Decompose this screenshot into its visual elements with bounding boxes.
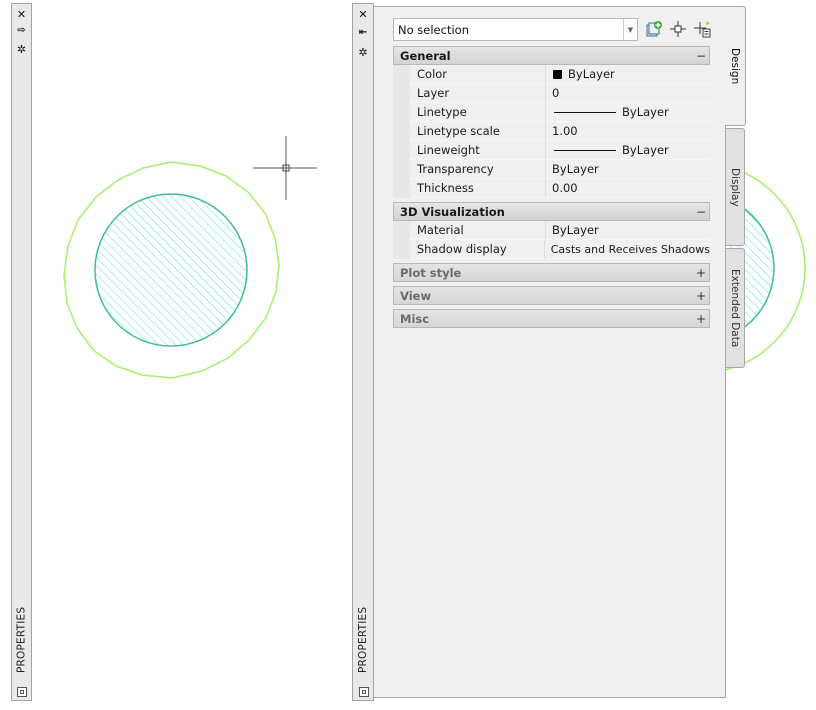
collapse-icon[interactable]: − <box>693 205 709 219</box>
property-row-color[interactable]: Color ByLayer <box>393 65 710 84</box>
section-label: 3D Visualization <box>400 204 505 219</box>
expand-icon[interactable]: + <box>693 289 709 303</box>
autohide-icon[interactable]: ⇤ <box>353 25 373 41</box>
properties-icon[interactable]: ✲ <box>12 41 31 57</box>
property-value[interactable]: Casts and Receives Shadows <box>543 240 710 259</box>
palette-menu-icon[interactable] <box>359 687 369 697</box>
color-swatch-icon <box>553 69 562 79</box>
property-value[interactable]: ByLayer <box>545 221 710 240</box>
hatched-circle[interactable] <box>94 193 248 347</box>
close-icon[interactable]: ✕ <box>12 6 31 22</box>
property-row-material[interactable]: Material ByLayer <box>393 221 710 240</box>
property-name: Transparency <box>410 160 545 179</box>
section-3d-visualization[interactable]: 3D Visualization − <box>393 202 710 221</box>
section-plot-style[interactable]: Plot style + <box>393 263 710 282</box>
expand-icon[interactable]: + <box>693 266 709 280</box>
property-row-transparency[interactable]: Transparency ByLayer <box>393 160 710 179</box>
section-misc[interactable]: Misc + <box>393 309 710 328</box>
tab-display[interactable]: Display <box>725 128 745 246</box>
property-name: Linetype <box>410 103 545 122</box>
toggle-pickadd-icon[interactable] <box>645 20 663 38</box>
select-objects-icon[interactable] <box>669 20 687 38</box>
property-row-thickness[interactable]: Thickness 0.00 <box>393 179 710 198</box>
property-value[interactable]: 0 <box>545 84 710 103</box>
property-row-linetype[interactable]: Linetype ByLayer <box>393 103 710 122</box>
expand-icon[interactable]: + <box>693 312 709 326</box>
section-label: Misc <box>400 311 430 326</box>
section-label: General <box>400 48 451 63</box>
palette-title: PROPERTIES <box>357 606 369 674</box>
property-value[interactable]: ByLayer <box>545 141 710 160</box>
property-name: Layer <box>410 84 545 103</box>
property-value[interactable]: ByLayer <box>545 65 710 84</box>
properties-palette-titlebar[interactable]: ✕ ⇤ ✲ PROPERTIES <box>352 3 374 701</box>
property-row-lineweight[interactable]: Lineweight ByLayer <box>393 141 710 160</box>
property-name: Thickness <box>410 179 545 198</box>
tab-design[interactable]: Design <box>725 6 746 126</box>
linetype-sample-icon <box>554 111 616 113</box>
property-name: Color <box>410 65 545 84</box>
property-name: Shadow display <box>409 240 544 259</box>
property-value[interactable]: ByLayer <box>545 160 710 179</box>
lineweight-sample-icon <box>554 149 616 151</box>
property-value[interactable]: ByLayer <box>545 103 710 122</box>
close-icon[interactable]: ✕ <box>353 6 373 22</box>
property-row-layer[interactable]: Layer 0 <box>393 84 710 103</box>
property-name: Linetype scale <box>410 122 545 141</box>
left-properties-strip[interactable]: ✕ ⇨ ✲ PROPERTIES <box>11 3 32 701</box>
palette-title: PROPERTIES <box>15 606 28 674</box>
tab-extended-data[interactable]: Extended Data <box>725 248 745 368</box>
property-value[interactable]: 0.00 <box>545 179 710 198</box>
property-value[interactable]: 1.00 <box>545 122 710 141</box>
quick-select-icon[interactable] <box>694 20 712 38</box>
section-general[interactable]: General − <box>393 46 710 65</box>
tab-label: Design <box>729 47 741 85</box>
properties-icon[interactable]: ✲ <box>353 44 373 60</box>
selection-value: No selection <box>398 22 469 37</box>
tab-label: Display <box>729 167 741 207</box>
chevron-down-icon[interactable]: ▼ <box>623 19 637 40</box>
property-row-shadow-display[interactable]: Shadow display Casts and Receives Shadow… <box>393 240 710 259</box>
property-name: Lineweight <box>410 141 545 160</box>
section-label: Plot style <box>400 265 462 280</box>
palette-menu-icon[interactable] <box>17 687 27 697</box>
selection-dropdown[interactable]: No selection ▼ <box>393 18 638 41</box>
section-view[interactable]: View + <box>393 286 710 305</box>
property-row-linetype-scale[interactable]: Linetype scale 1.00 <box>393 122 710 141</box>
property-name: Material <box>410 221 545 240</box>
section-label: View <box>400 288 432 303</box>
autohide-icon[interactable]: ⇨ <box>12 23 31 39</box>
crosshair-cursor-icon <box>253 136 317 200</box>
tab-label: Extended Data <box>729 268 741 348</box>
collapse-icon[interactable]: − <box>693 49 709 63</box>
